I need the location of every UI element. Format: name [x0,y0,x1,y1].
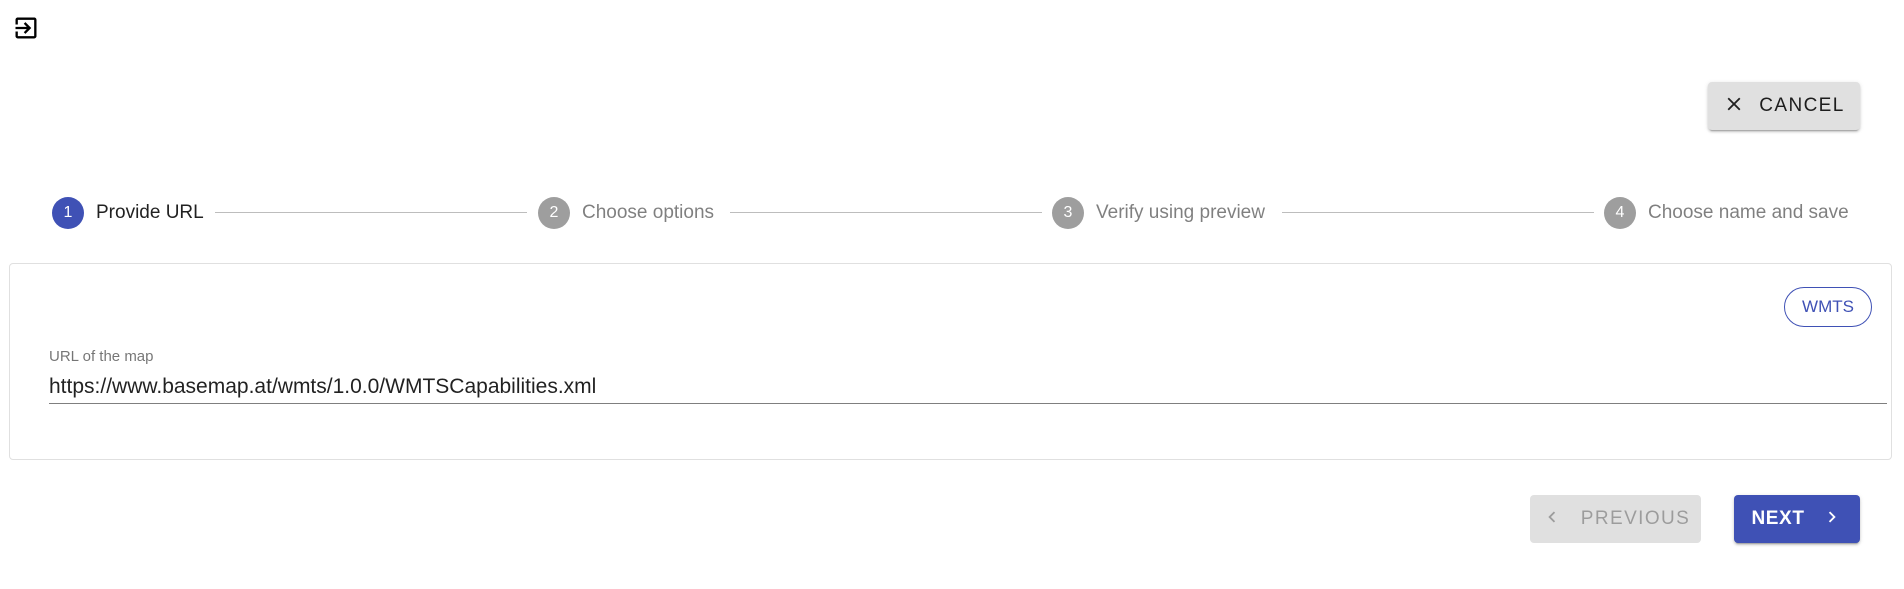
url-form-card: WMTS URL of the map [9,263,1892,460]
close-icon [1723,93,1745,120]
step-choose-name-save[interactable]: 4 Choose name and save [1604,197,1849,229]
exit-to-app-icon[interactable] [12,14,40,42]
step-label: Choose name and save [1648,202,1849,223]
step-connector [1282,212,1594,213]
next-button[interactable]: NEXT [1734,495,1860,543]
step-provide-url[interactable]: 1 Provide URL [52,197,204,229]
step-verify-preview[interactable]: 3 Verify using preview [1052,197,1265,229]
step-label: Choose options [582,202,715,223]
step-connector [215,212,527,213]
cancel-button[interactable]: CANCEL [1708,82,1860,130]
url-input[interactable] [49,370,1887,404]
step-number: 2 [538,197,570,229]
step-choose-options[interactable]: 2 Choose options [538,197,714,229]
step-number: 3 [1052,197,1084,229]
step-number: 1 [52,197,84,229]
previous-button[interactable]: PREVIOUS [1530,495,1701,543]
step-label: Verify using preview [1096,202,1265,223]
cancel-label: CANCEL [1759,95,1845,116]
step-number: 4 [1604,197,1636,229]
next-label: NEXT [1751,508,1805,529]
step-connector [730,212,1042,213]
chevron-left-icon [1541,506,1563,533]
wmts-chip[interactable]: WMTS [1784,287,1872,327]
previous-label: PREVIOUS [1580,508,1691,529]
stepper: 1 Provide URL 2 Choose options 3 Verify … [52,197,1854,229]
url-field-label: URL of the map [49,348,154,365]
step-label: Provide URL [96,202,204,223]
chevron-right-icon [1821,506,1843,533]
